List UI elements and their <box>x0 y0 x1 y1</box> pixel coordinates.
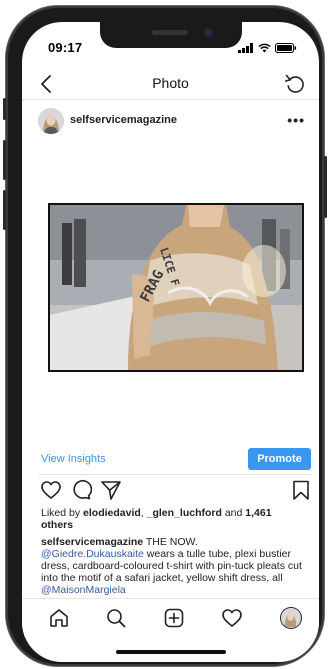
view-insights-link[interactable]: View Insights <box>41 453 106 465</box>
nav-header: Photo <box>22 68 319 100</box>
volume-down-button <box>3 190 6 230</box>
avatar-image <box>38 108 64 134</box>
silent-switch <box>3 98 6 120</box>
caption-lead: THE NOW. <box>143 536 198 548</box>
liker-link[interactable]: elodiedavid <box>83 507 141 519</box>
volume-up-button <box>3 140 6 180</box>
power-button <box>324 156 327 218</box>
post-photo-image: FRAG LICE F <box>50 205 302 370</box>
post-header: selfservicemagazine ••• <box>22 106 319 142</box>
battery-icon <box>275 43 297 53</box>
status-time: 09:17 <box>48 40 83 55</box>
signal-icon <box>238 43 253 53</box>
heart-icon[interactable] <box>221 607 243 629</box>
likes-count[interactable]: 1,461 <box>245 507 271 519</box>
likes-others[interactable]: others <box>41 519 73 531</box>
refresh-icon[interactable] <box>283 72 307 96</box>
post-media: FRAG LICE F <box>22 142 319 446</box>
notch <box>100 22 242 48</box>
wifi-icon <box>258 43 271 53</box>
insights-row: View Insights Promote <box>22 446 319 475</box>
post-action-row <box>22 476 319 504</box>
home-icon[interactable] <box>48 607 70 629</box>
likes-and: and <box>221 507 246 519</box>
profile-avatar-icon[interactable] <box>280 607 302 629</box>
paper-plane-icon[interactable] <box>100 479 122 501</box>
likes-prefix: Liked by <box>41 507 84 519</box>
status-icons <box>238 43 297 53</box>
page-title: Photo <box>152 75 189 91</box>
avatar[interactable] <box>38 108 64 134</box>
more-options-icon[interactable]: ••• <box>287 112 305 128</box>
home-indicator <box>116 650 226 654</box>
promote-button[interactable]: Promote <box>248 448 311 470</box>
post-username[interactable]: selfservicemagazine <box>70 114 177 126</box>
caption-mention[interactable]: @MaisonMargiela <box>41 584 126 596</box>
caption-username[interactable]: selfservicemagazine <box>41 536 143 548</box>
comment-bubble-icon[interactable] <box>70 479 92 501</box>
search-icon[interactable] <box>105 607 127 629</box>
heart-icon[interactable] <box>40 479 62 501</box>
profile-avatar-image <box>281 608 300 627</box>
phone-screen: 09:17 Photo selfservicemagazine ••• FRAG… <box>22 22 319 662</box>
post-caption: selfservicemagazine THE NOW. @Giedre.Duk… <box>41 536 311 596</box>
bottom-tab-bar <box>22 598 319 638</box>
divider <box>38 474 311 475</box>
bookmark-icon[interactable] <box>290 479 312 501</box>
likes-summary: Liked by elodiedavid, _glen_luchford and… <box>41 507 311 531</box>
front-camera <box>204 28 213 37</box>
phone-frame: 09:17 Photo selfservicemagazine ••• FRAG… <box>3 6 327 666</box>
speaker <box>152 30 188 35</box>
plus-square-icon[interactable] <box>163 607 185 629</box>
liker-link[interactable]: _glen_luchford <box>147 507 222 519</box>
caption-mention[interactable]: @Giedre.Dukauskaite <box>41 548 144 560</box>
post-photo[interactable]: FRAG LICE F <box>48 203 304 372</box>
